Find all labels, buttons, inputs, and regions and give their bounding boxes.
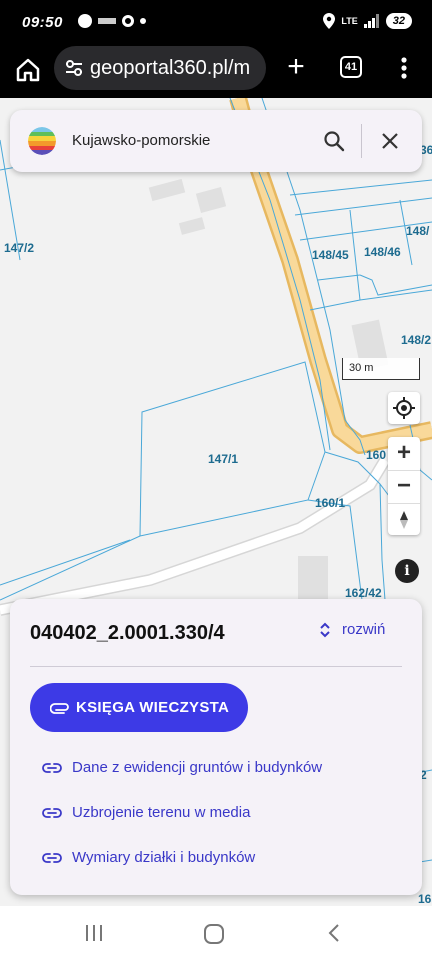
expand-button[interactable]: rozwiń — [320, 621, 385, 638]
zoom-controls: + − — [388, 437, 420, 535]
more-menu-icon[interactable] — [398, 54, 410, 82]
browser-toolbar: geoportal360.pl/m + 41 — [0, 46, 432, 98]
new-tab-button[interactable]: + — [282, 52, 310, 82]
home-icon[interactable] — [14, 56, 42, 84]
parcel-label[interactable]: 160/1 — [315, 496, 345, 510]
zoom-out-button[interactable]: − — [388, 470, 420, 502]
building — [148, 178, 186, 202]
parcel-label[interactable]: 148/45 — [312, 248, 349, 262]
network-type: LTE — [341, 16, 358, 26]
parcel-label[interactable]: 16 — [418, 892, 431, 906]
location-icon — [323, 13, 336, 29]
utilities-label: Uzbrojenie terenu w media — [72, 804, 251, 821]
land-register-label: KSIĘGA WIECZYSTA — [76, 699, 230, 716]
more-notifications-icon — [140, 18, 146, 24]
compass-button[interactable] — [388, 503, 420, 535]
land-records-link[interactable]: Dane z ewidencji gruntów i budynków — [42, 759, 322, 776]
expand-label: rozwiń — [342, 621, 386, 638]
house-app-icon — [98, 18, 116, 24]
notification-icons — [70, 14, 146, 28]
dimensions-label: Wymiary działki i budynków — [72, 849, 256, 866]
parcel-label[interactable]: 147/1 — [208, 452, 238, 466]
parcel-id: 040402_2.0001.330/4 — [30, 622, 225, 644]
parcel-label[interactable]: 162/42 — [345, 586, 382, 600]
search-bar[interactable]: Kujawsko-pomorskie — [10, 110, 422, 172]
search-divider — [361, 124, 362, 158]
close-icon[interactable] — [378, 129, 402, 153]
search-icon[interactable] — [322, 129, 346, 153]
land-register-button[interactable]: KSIĘGA WIECZYSTA — [30, 683, 248, 732]
region-logo-icon — [28, 127, 56, 155]
link-icon — [42, 852, 62, 863]
status-bar: 09:50 LTE 32 — [0, 0, 432, 46]
compass-icon — [400, 511, 408, 529]
system-nav-bar — [0, 906, 432, 960]
parcel-label[interactable]: 160 — [366, 448, 386, 462]
unfold-icon — [320, 622, 330, 637]
building — [195, 186, 227, 214]
address-bar[interactable]: geoportal360.pl/m — [54, 46, 266, 90]
parcel-info-panel: 040402_2.0001.330/4 rozwiń KSIĘGA WIECZY… — [10, 599, 422, 895]
messenger-icon — [78, 14, 92, 28]
parcel-label[interactable]: 147/2 — [4, 241, 34, 255]
parcel-label[interactable]: 148/46 — [364, 245, 401, 259]
land-records-label: Dane z ewidencji gruntów i budynków — [72, 759, 323, 776]
status-time: 09:50 — [22, 14, 63, 31]
zoom-in-button[interactable]: + — [388, 437, 420, 469]
recents-icon[interactable] — [84, 924, 104, 942]
battery-level: 32 — [385, 13, 412, 29]
scale-bar: 30 m — [342, 358, 420, 380]
panel-divider — [30, 666, 402, 667]
info-icon[interactable]: i — [395, 559, 419, 583]
dimensions-link[interactable]: Wymiary działki i budynków — [42, 849, 255, 866]
building — [178, 217, 206, 235]
link-icon — [42, 762, 62, 773]
parcel-label[interactable]: 148/ — [406, 224, 429, 238]
tab-switcher-button[interactable]: 41 — [340, 56, 362, 78]
site-settings-icon[interactable] — [64, 59, 84, 77]
chrome-icon — [122, 15, 134, 27]
attachment-icon — [50, 703, 69, 714]
link-icon — [42, 807, 62, 818]
parcel-label[interactable]: 148/2 — [401, 333, 431, 347]
system-icons: LTE 32 — [323, 13, 412, 29]
url-text: geoportal360.pl/m — [90, 57, 251, 79]
utilities-link[interactable]: Uzbrojenie terenu w media — [42, 804, 250, 821]
search-query[interactable]: Kujawsko-pomorskie — [72, 132, 210, 149]
signal-icon — [363, 14, 379, 28]
home-nav-icon[interactable] — [204, 924, 224, 944]
locate-me-button[interactable] — [388, 392, 420, 424]
back-icon[interactable] — [326, 923, 342, 943]
crosshair-icon — [393, 397, 415, 419]
